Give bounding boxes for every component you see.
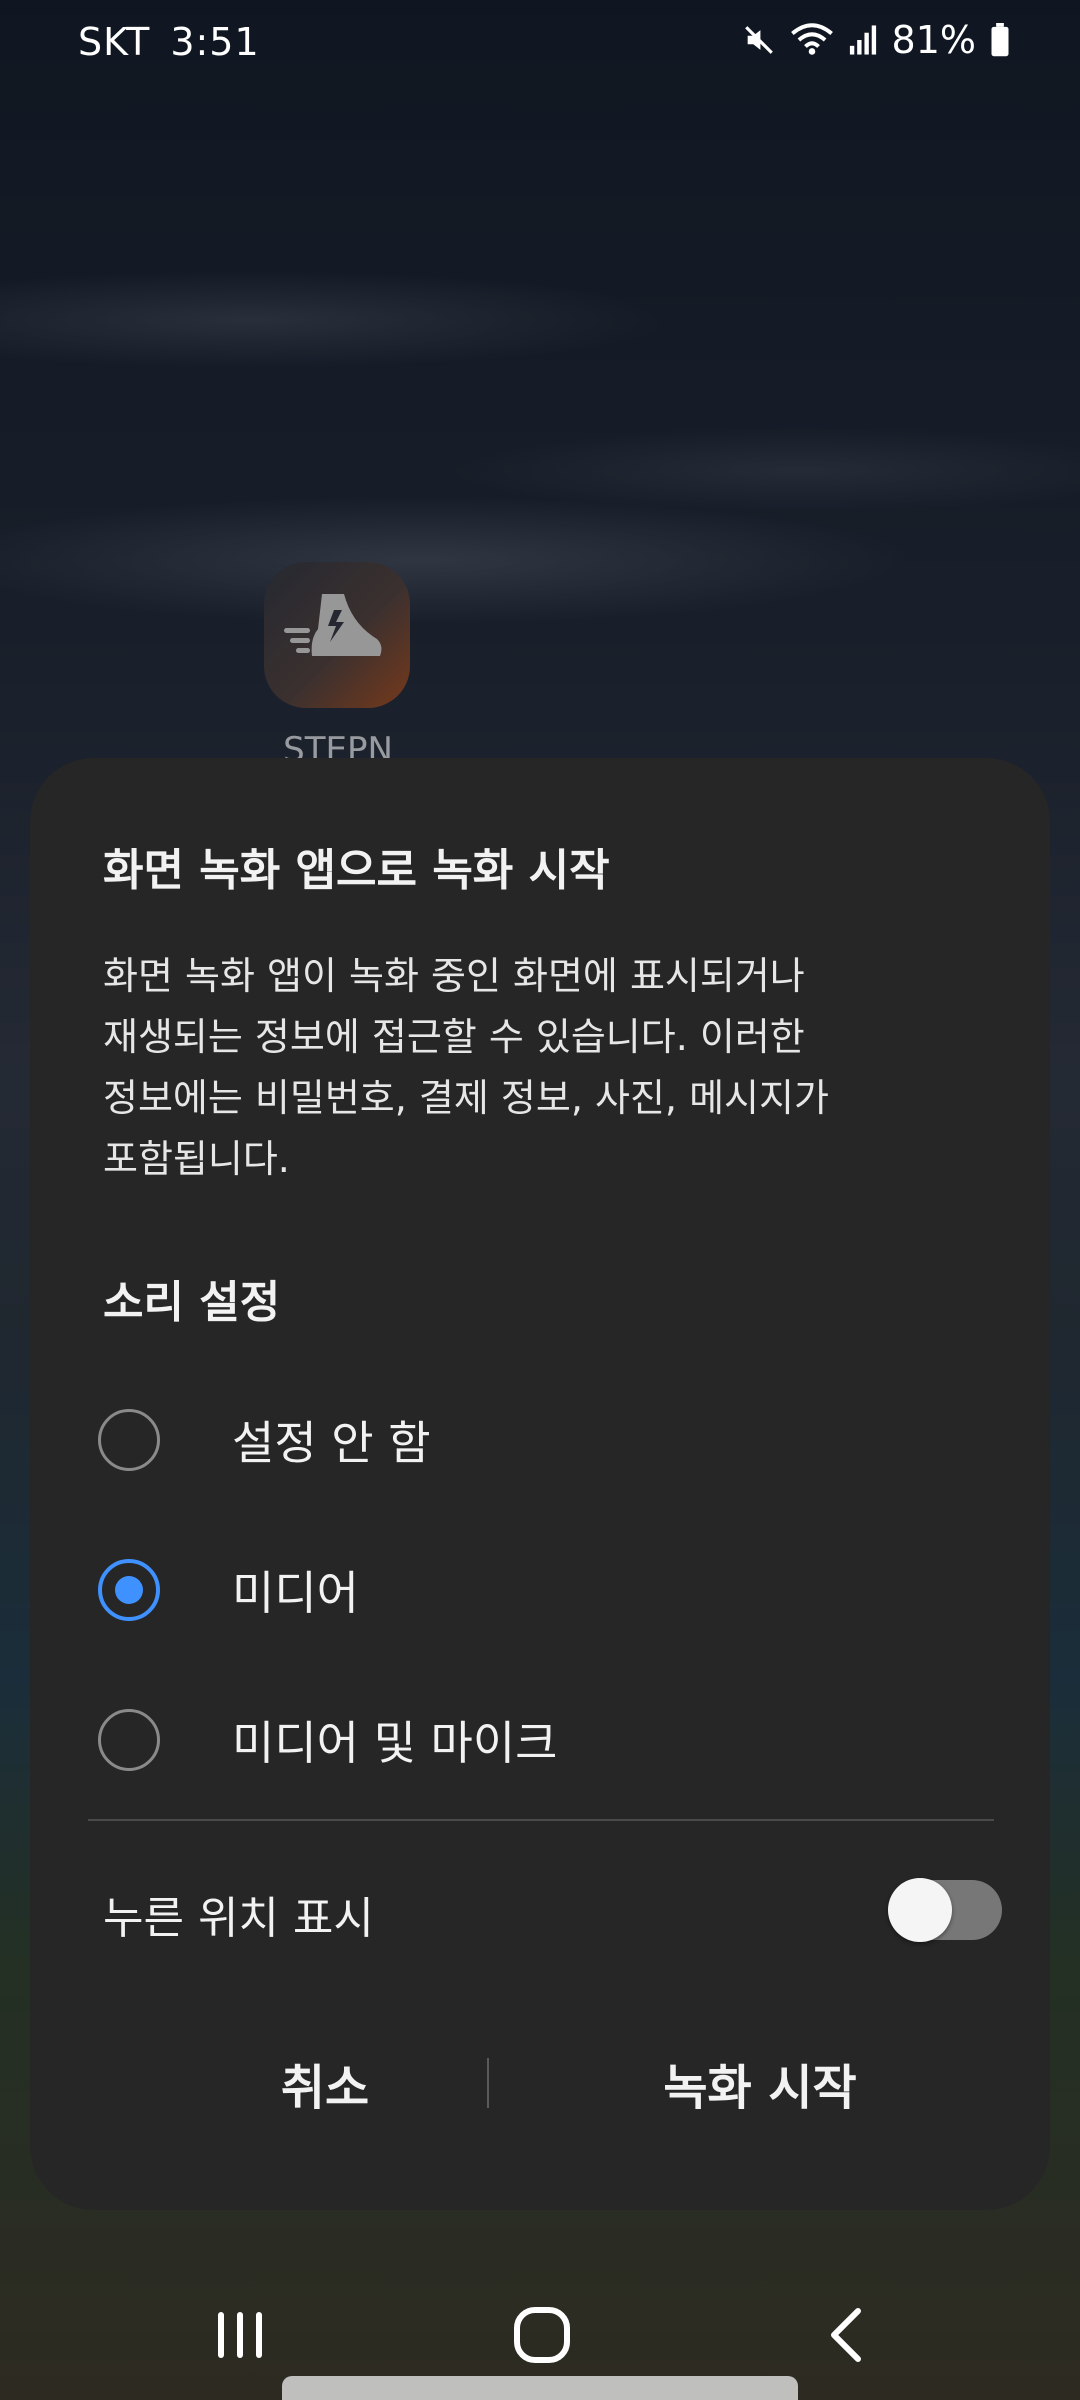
battery-icon bbox=[990, 23, 1010, 57]
status-bar: SKT 3:51 81% bbox=[0, 0, 1080, 90]
dialog-actions: 취소 녹화 시작 bbox=[30, 2028, 1050, 2138]
dialog-title: 화면 녹화 앱으로 녹화 시작 bbox=[103, 845, 610, 896]
wifi-icon bbox=[790, 22, 834, 58]
show-taps-toggle[interactable] bbox=[888, 1878, 1002, 1942]
back-icon[interactable] bbox=[796, 2300, 896, 2370]
dialog-message: 화면 녹화 앱이 녹화 중인 화면에 표시되거나 재생되는 정보에 접근할 수 … bbox=[103, 946, 953, 1190]
radio-button-selected[interactable] bbox=[98, 1559, 160, 1621]
cancel-button[interactable]: 취소 bbox=[130, 2028, 520, 2138]
carrier-label: SKT bbox=[78, 20, 151, 64]
status-left: SKT 3:51 bbox=[78, 20, 280, 64]
sneaker-icon bbox=[284, 594, 382, 656]
navigation-bar bbox=[0, 2270, 1080, 2400]
status-right: 81% bbox=[742, 18, 1010, 62]
radio-option-media[interactable]: 미디어 bbox=[98, 1540, 978, 1640]
nav-handle[interactable] bbox=[282, 2376, 798, 2400]
show-taps-label: 누른 위치 표시 bbox=[103, 1893, 374, 1944]
radio-button[interactable] bbox=[98, 1709, 160, 1771]
sound-settings-title: 소리 설정 bbox=[103, 1277, 281, 1328]
signal-icon bbox=[848, 24, 878, 56]
radio-option-media-and-mic[interactable]: 미디어 및 마이크 bbox=[98, 1690, 978, 1790]
radio-label: 미디어 및 마이크 bbox=[232, 1716, 558, 1770]
radio-button[interactable] bbox=[98, 1409, 160, 1471]
clock: 3:51 bbox=[170, 20, 260, 64]
action-separator bbox=[487, 2058, 489, 2108]
dialog-message-line: 화면 녹화 앱이 녹화 중인 화면에 표시되거나 bbox=[103, 954, 805, 998]
radio-label: 미디어 bbox=[232, 1566, 359, 1620]
battery-percent: 81% bbox=[891, 18, 976, 62]
recent-apps-icon[interactable] bbox=[190, 2300, 290, 2370]
start-recording-button[interactable]: 녹화 시작 bbox=[540, 2028, 980, 2138]
screen-record-dialog: 화면 녹화 앱으로 녹화 시작 화면 녹화 앱이 녹화 중인 화면에 표시되거나… bbox=[30, 758, 1050, 2210]
divider bbox=[88, 1819, 994, 1821]
dialog-message-line: 정보에는 비밀번호, 결제 정보, 사진, 메시지가 bbox=[103, 1076, 829, 1120]
dialog-message-line: 포함됩니다. bbox=[103, 1137, 290, 1181]
stepn-app-icon[interactable] bbox=[264, 562, 410, 708]
radio-label: 설정 안 함 bbox=[232, 1416, 431, 1470]
toggle-knob bbox=[888, 1878, 952, 1942]
mute-icon bbox=[742, 23, 776, 57]
radio-option-none[interactable]: 설정 안 함 bbox=[98, 1390, 978, 1490]
dialog-message-line: 재생되는 정보에 접근할 수 있습니다. 이러한 bbox=[103, 1015, 805, 1059]
home-icon[interactable] bbox=[492, 2300, 592, 2370]
show-taps-row[interactable]: 누른 위치 표시 bbox=[103, 1868, 1003, 1954]
